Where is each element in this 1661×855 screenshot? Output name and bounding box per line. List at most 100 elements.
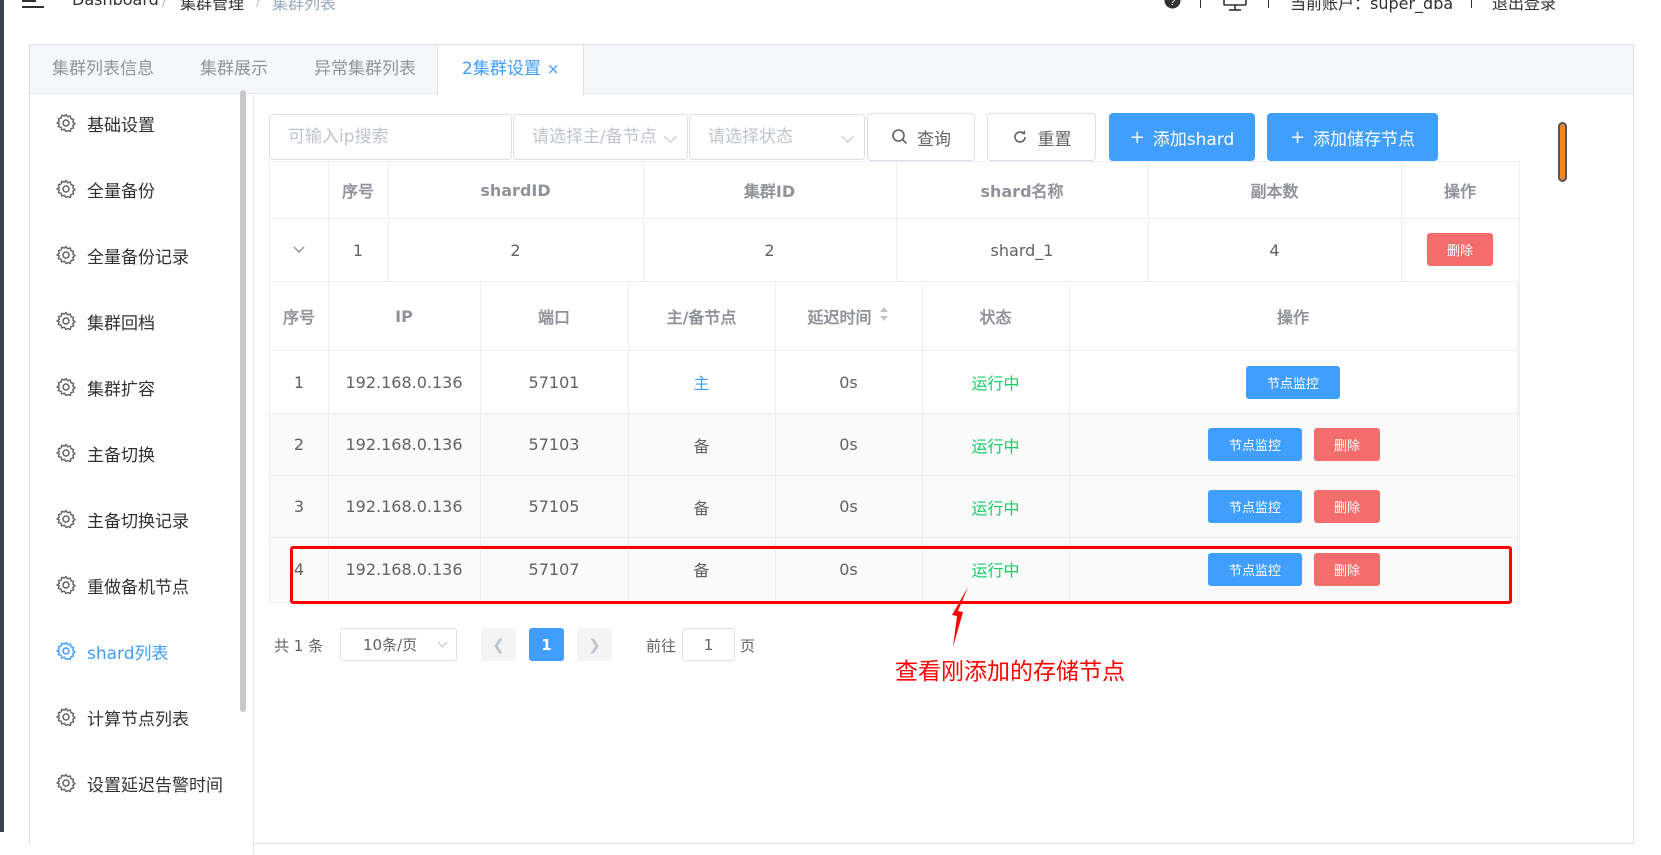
question-icon[interactable]: ? xyxy=(1164,0,1181,9)
header-label: 序号 xyxy=(282,308,315,327)
chevron-down-icon xyxy=(437,637,448,648)
node-monitor-button[interactable]: 节点监控 xyxy=(1208,428,1302,461)
plus-icon: + xyxy=(1129,126,1145,148)
node-table-header: IP xyxy=(328,282,480,350)
gear-icon xyxy=(56,113,76,133)
monitor-icon[interactable] xyxy=(1222,0,1248,12)
pagination-total: 共 1 条 xyxy=(274,637,324,655)
menu-scrollbar[interactable] xyxy=(240,90,246,712)
gear-icon xyxy=(56,509,76,529)
add-shard-label: 添加shard xyxy=(1152,129,1235,150)
logout-link[interactable]: 退出登录 xyxy=(1492,0,1556,14)
menu-item-label: 主备切换 xyxy=(87,445,155,466)
close-icon[interactable]: × xyxy=(547,45,560,94)
highlight-box xyxy=(290,546,1512,604)
menu-item[interactable]: 主备切换记录 xyxy=(56,504,189,534)
sort-icon[interactable] xyxy=(872,306,890,326)
plus-icon: + xyxy=(1289,126,1306,148)
node-cell-port: 57103 xyxy=(528,435,580,454)
settings-menu xyxy=(30,95,254,855)
menu-item-label: 设置延迟告警时间 xyxy=(87,775,223,796)
node-cell-ip: 192.168.0.136 xyxy=(345,435,463,454)
goto-suffix: 页 xyxy=(740,637,756,655)
node-cell-role[interactable]: 主 xyxy=(628,351,775,413)
breadcrumb-cluster-list: 集群列表 xyxy=(272,0,337,13)
menu-item[interactable]: 设置延迟告警时间 xyxy=(56,768,223,798)
menu-item[interactable]: 全量备份 xyxy=(56,174,155,204)
menu-item[interactable]: 基础设置 xyxy=(56,108,155,138)
menu-item[interactable]: 计算节点列表 xyxy=(56,702,189,732)
gear-icon xyxy=(56,773,76,793)
next-page-button[interactable]: ❯ xyxy=(577,628,612,661)
shard-table-header: shard名称 xyxy=(980,182,1064,201)
breadcrumb-dashboard[interactable]: Dashboard xyxy=(72,0,159,9)
page-scrollbar[interactable] xyxy=(1558,122,1567,182)
annotation-text: 查看刚添加的存储节点 xyxy=(895,659,1125,685)
add-storage-node-button[interactable]: + 添加储存节点 xyxy=(1267,113,1438,161)
shard-cell-shard_id: 2 xyxy=(510,240,521,260)
node-monitor-button[interactable]: 节点监控 xyxy=(1246,366,1340,399)
node-cell-role: 备 xyxy=(693,498,710,518)
shard-table-header: shardID xyxy=(480,180,551,200)
breadcrumb-cluster-management[interactable]: 集群管理 xyxy=(180,0,244,14)
annotation-arrow xyxy=(952,587,968,647)
node-cell-index: 2 xyxy=(293,435,305,454)
shard-table-header: 副本数 xyxy=(1250,182,1299,201)
node-cell-index: 3 xyxy=(293,497,305,516)
node-cell-role: 备 xyxy=(693,436,710,456)
menu-item-label: 集群扩容 xyxy=(87,379,155,400)
node-cell-port: 57105 xyxy=(528,497,580,516)
delete-shard-button[interactable]: 删除 xyxy=(1427,233,1493,266)
add-shard-button[interactable]: + 添加shard xyxy=(1109,113,1255,161)
menu-icon[interactable] xyxy=(22,0,44,8)
menu-item-label: shard列表 xyxy=(87,643,169,664)
search-icon xyxy=(892,129,908,145)
tab-abnormal-cluster-list[interactable]: 异常集群列表 xyxy=(314,45,416,94)
tab-bar: 集群列表信息 集群展示 异常集群列表 2集群设置 × xyxy=(30,45,1633,95)
node-cell-status: 运行中 xyxy=(971,436,1020,456)
current-page-number: 1 xyxy=(541,635,552,654)
shard-cell-index: 1 xyxy=(352,240,364,260)
node-monitor-button[interactable]: 节点监控 xyxy=(1208,490,1302,523)
node-table-header[interactable]: 延迟时间 xyxy=(775,282,922,350)
menu-item[interactable]: 全量备份记录 xyxy=(56,240,189,270)
page-size-select[interactable]: 10条/页 xyxy=(340,628,457,661)
node-table-header: 序号 xyxy=(270,282,328,350)
menu-item[interactable]: 集群回档 xyxy=(56,306,155,336)
reset-button[interactable]: 重置 xyxy=(987,113,1096,161)
menu-item[interactable]: shard列表 xyxy=(56,636,169,666)
node-cell-port: 57101 xyxy=(528,372,580,392)
current-page-button[interactable]: 1 xyxy=(529,628,564,661)
gear-icon xyxy=(56,641,76,661)
shard-table-header: 序号 xyxy=(341,182,374,201)
column-divider xyxy=(1517,282,1518,602)
header-label: 主/备节点 xyxy=(666,308,737,327)
menu-item[interactable]: 重做备机节点 xyxy=(56,570,189,600)
status-select[interactable]: 请选择状态 xyxy=(689,114,865,160)
breadcrumb-separator: / xyxy=(256,0,261,9)
reset-label: 重置 xyxy=(1037,129,1072,150)
prev-page-button[interactable]: ❮ xyxy=(481,628,516,661)
menu-item[interactable]: 主备切换 xyxy=(56,438,155,468)
tab-cluster-settings[interactable]: 2集群设置 × xyxy=(437,45,584,95)
top-navbar: Dashboard / 集群管理 / 集群列表 ? 当前账户：super_dba… xyxy=(0,0,1661,30)
gear-icon xyxy=(56,707,76,727)
ip-search-input[interactable]: 可输入ip搜索 xyxy=(269,114,512,160)
header-divider xyxy=(1268,0,1269,8)
chevron-left-icon: ❮ xyxy=(492,635,505,654)
role-select[interactable]: 请选择主/备节点 xyxy=(513,114,688,160)
delete-node-button[interactable]: 删除 xyxy=(1314,428,1380,461)
goto-prefix: 前往 xyxy=(646,637,677,655)
page-size-label: 10条/页 xyxy=(363,636,418,654)
role-select-placeholder: 请选择主/备节点 xyxy=(532,127,657,147)
expand-row-toggle[interactable] xyxy=(270,219,328,281)
menu-item[interactable]: 集群扩容 xyxy=(56,372,155,402)
chevron-down-icon xyxy=(293,246,305,253)
delete-node-button[interactable]: 删除 xyxy=(1314,490,1380,523)
goto-page-input[interactable]: 1 xyxy=(682,628,735,661)
tab-cluster-list-info[interactable]: 集群列表信息 xyxy=(52,45,154,94)
gear-icon xyxy=(56,575,76,595)
tab-cluster-display[interactable]: 集群展示 xyxy=(200,45,268,94)
node-cell-index: 1 xyxy=(293,372,305,392)
query-button[interactable]: 查询 xyxy=(867,113,975,161)
